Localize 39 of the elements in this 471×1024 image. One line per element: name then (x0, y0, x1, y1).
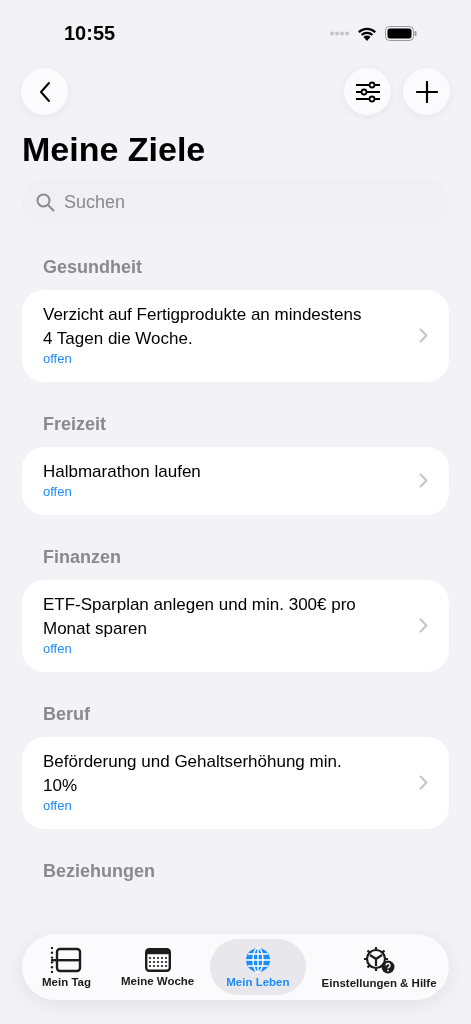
filter-button[interactable] (344, 68, 391, 115)
goal-status: offen (43, 351, 73, 367)
goal-card[interactable]: Beförderung und Gehaltserhöhung min. 10% offen (22, 737, 449, 829)
chevron-icon (419, 327, 428, 343)
chevron-icon (419, 617, 428, 633)
section-header: Freizeit (43, 413, 108, 435)
globe-icon (244, 946, 271, 973)
goal-card[interactable]: ETF-Sparplan anlegen und min. 300€ pro Monat sparen offen (22, 580, 449, 672)
goal-status: offen (43, 798, 73, 814)
goal-text: Verzicht auf Fertigprodukte an mindestens 4 Tagen die Woche. (43, 304, 363, 350)
goal-card[interactable]: Halbmarathon laufen offen (22, 447, 449, 515)
status-time: 10:55 (64, 21, 116, 45)
tab[interactable]: Mein Tag (28, 939, 105, 995)
plus-icon (415, 80, 438, 103)
sliders-icon (354, 80, 381, 103)
page-title: Meine Ziele (22, 129, 207, 169)
tab[interactable]: Meine Woche (107, 939, 209, 995)
section-header: Gesundheit (43, 256, 143, 278)
battery-icon (385, 25, 417, 41)
list-icon (50, 946, 83, 973)
goal-text: Halbmarathon laufen (43, 461, 202, 483)
section-header: Beziehungen (43, 860, 156, 882)
section-header: Finanzen (43, 546, 122, 568)
gear-question-icon (363, 945, 396, 974)
add-button[interactable] (403, 68, 450, 115)
calendar-icon (144, 947, 171, 972)
wifi-icon (357, 25, 377, 41)
goal-text: Beförderung und Gehaltserhöhung min. 10% (43, 751, 343, 797)
chevron-icon (419, 774, 428, 790)
signal-icon (330, 30, 349, 36)
goal-text: ETF-Sparplan anlegen und min. 300€ pro Monat sparen (43, 594, 357, 640)
tab[interactable]: Einstellungen & Hilfe (307, 939, 451, 995)
back-icon (37, 80, 52, 103)
goal-status: offen (43, 641, 73, 657)
section-header: Beruf (43, 703, 91, 725)
chevron-icon (419, 472, 428, 488)
back-button[interactable] (21, 68, 68, 115)
goal-status: offen (43, 484, 73, 500)
goal-card[interactable]: Verzicht auf Fertigprodukte an mindestens 4 Tagen die Woche. offen (22, 290, 449, 382)
